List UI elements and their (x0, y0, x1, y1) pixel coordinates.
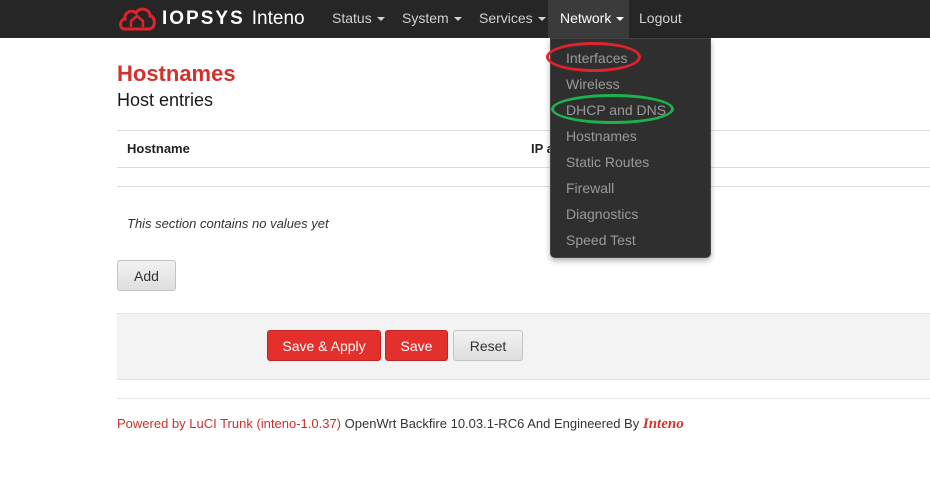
footer-inteno-logo: Inteno (642, 416, 684, 432)
menu-item-speed-test[interactable]: Speed Test (566, 232, 636, 248)
nav-logout-label: Logout (639, 10, 682, 26)
menu-item-wireless[interactable]: Wireless (566, 76, 620, 92)
column-header-hostname: Hostname (127, 141, 190, 156)
menu-item-dhcp-dns[interactable]: DHCP and DNS (566, 102, 666, 118)
table-top-divider (117, 130, 930, 131)
menu-item-firewall[interactable]: Firewall (566, 180, 614, 196)
save-apply-button[interactable]: Save & Apply (267, 330, 381, 361)
section-subtitle: Host entries (117, 90, 214, 110)
nav-network[interactable]: Network (548, 0, 629, 38)
brand-logo[interactable]: IOPSYS Inteno (118, 0, 305, 38)
cloud-house-icon (118, 5, 156, 33)
footer: Powered by LuCI Trunk (inteno-1.0.37) Op… (117, 416, 684, 433)
network-dropdown-menu: Interfaces Wireless DHCP and DNS Hostnam… (550, 38, 711, 258)
brand-name-text: Inteno (251, 8, 305, 29)
nav-network-label: Network (560, 10, 612, 26)
footer-powered-link[interactable]: Powered by LuCI Trunk (inteno-1.0.37) (117, 416, 341, 431)
nav-status-label: Status (332, 10, 372, 26)
caret-down-icon (376, 17, 385, 22)
footer-divider (117, 398, 930, 399)
menu-item-diagnostics[interactable]: Diagnostics (566, 206, 638, 222)
menu-item-interfaces[interactable]: Interfaces (566, 50, 627, 66)
top-navbar: IOPSYS Inteno Status System Services Net… (0, 0, 930, 38)
caret-down-icon (453, 17, 462, 22)
nav-services[interactable]: Services (467, 0, 558, 38)
form-action-bar (117, 313, 930, 380)
page-title: Hostnames (117, 61, 236, 86)
empty-section-message: This section contains no values yet (127, 216, 329, 231)
nav-system[interactable]: System (390, 0, 474, 38)
caret-down-icon (537, 17, 546, 22)
caret-down-icon (616, 17, 625, 22)
table-row-divider (117, 186, 930, 187)
menu-item-hostnames[interactable]: Hostnames (566, 128, 637, 144)
nav-logout[interactable]: Logout (627, 0, 694, 38)
footer-text: OpenWrt Backfire 10.03.1-RC6 And Enginee… (344, 416, 640, 431)
nav-services-label: Services (479, 10, 533, 26)
menu-item-static-routes[interactable]: Static Routes (566, 154, 649, 170)
table-header-divider (117, 167, 930, 168)
reset-button[interactable]: Reset (453, 330, 523, 361)
nav-system-label: System (402, 10, 449, 26)
nav-status[interactable]: Status (320, 0, 397, 38)
add-button[interactable]: Add (117, 260, 176, 291)
brand-iopsys-text: IOPSYS (162, 8, 245, 29)
save-button[interactable]: Save (385, 330, 448, 361)
